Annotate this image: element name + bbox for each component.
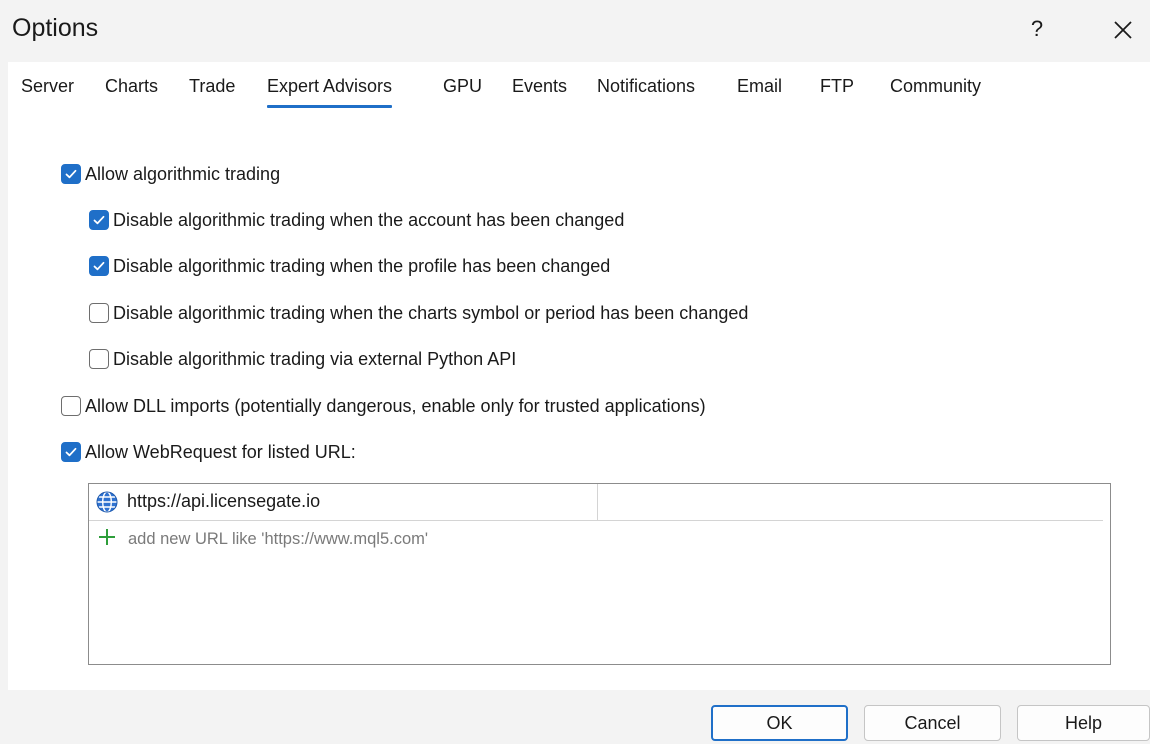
disable-on-account-change-label: Disable algorithmic trading when the acc… (113, 209, 625, 230)
url-list[interactable]: https://api.licensegate.io add new URL l… (88, 483, 1111, 665)
close-icon[interactable] (1108, 12, 1138, 46)
disable-on-symbol-change-option[interactable]: Disable algorithmic trading when the cha… (89, 301, 748, 325)
allow-algo-trading-label: Allow algorithmic trading (85, 163, 281, 184)
disable-python-api-option[interactable]: Disable algorithmic trading via external… (89, 347, 516, 371)
tab-notifications[interactable]: Notifications (597, 76, 695, 97)
allow-dll-imports-checkbox[interactable] (61, 396, 81, 416)
tab-server[interactable]: Server (21, 76, 74, 97)
help-question-button[interactable]: ? (1025, 14, 1049, 44)
allow-webrequest-label: Allow WebRequest for listed URL: (85, 441, 356, 462)
disable-on-account-change-checkbox[interactable] (89, 210, 109, 230)
url-list-item[interactable]: https://api.licensegate.io (89, 484, 1103, 521)
title-bar: Options ? (0, 0, 1150, 62)
disable-on-symbol-change-checkbox[interactable] (89, 303, 109, 323)
plus-icon (97, 527, 117, 552)
checkmark-icon (65, 447, 77, 457)
disable-on-profile-change-label: Disable algorithmic trading when the pro… (113, 255, 611, 276)
cancel-button[interactable]: Cancel (864, 705, 1001, 741)
disable-on-symbol-change-label: Disable algorithmic trading when the cha… (113, 302, 749, 323)
ok-button[interactable]: OK (711, 705, 848, 741)
disable-python-api-checkbox[interactable] (89, 349, 109, 369)
allow-dll-imports-label: Allow DLL imports (potentially dangerous… (85, 395, 706, 416)
url-text: https://api.licensegate.io (127, 491, 321, 511)
disable-python-api-label: Disable algorithmic trading via external… (113, 348, 517, 369)
checkmark-icon (93, 261, 105, 271)
allow-webrequest-option[interactable]: Allow WebRequest for listed URL: (61, 440, 356, 464)
checkmark-icon (65, 169, 77, 179)
allow-webrequest-checkbox[interactable] (61, 442, 81, 462)
column-divider (597, 484, 598, 520)
tab-email[interactable]: Email (737, 76, 782, 97)
tab-gpu[interactable]: GPU (443, 76, 482, 97)
add-url-row[interactable]: add new URL like 'https://www.mql5.com' (89, 522, 1103, 554)
options-panel: Server Charts Trade Expert Advisors GPU … (8, 62, 1150, 690)
help-button[interactable]: Help (1017, 705, 1150, 741)
tab-events[interactable]: Events (512, 76, 567, 97)
disable-on-profile-change-option[interactable]: Disable algorithmic trading when the pro… (89, 254, 610, 278)
checkmark-icon (93, 215, 105, 225)
disable-on-account-change-option[interactable]: Disable algorithmic trading when the acc… (89, 208, 624, 232)
tab-trade[interactable]: Trade (189, 76, 235, 97)
allow-algo-trading-checkbox[interactable] (61, 164, 81, 184)
add-url-placeholder: add new URL like 'https://www.mql5.com' (128, 530, 429, 548)
globe-icon (95, 490, 119, 519)
allow-dll-imports-option[interactable]: Allow DLL imports (potentially dangerous… (61, 394, 706, 418)
tab-expert-advisors[interactable]: Expert Advisors (267, 76, 393, 108)
tab-charts[interactable]: Charts (105, 76, 158, 97)
tab-ftp[interactable]: FTP (820, 76, 854, 97)
tab-community[interactable]: Community (890, 76, 981, 97)
window-title: Options (12, 14, 99, 42)
allow-algo-trading-option[interactable]: Allow algorithmic trading (61, 162, 280, 186)
disable-on-profile-change-checkbox[interactable] (89, 256, 109, 276)
tab-strip: Server Charts Trade Expert Advisors GPU … (8, 62, 1150, 112)
